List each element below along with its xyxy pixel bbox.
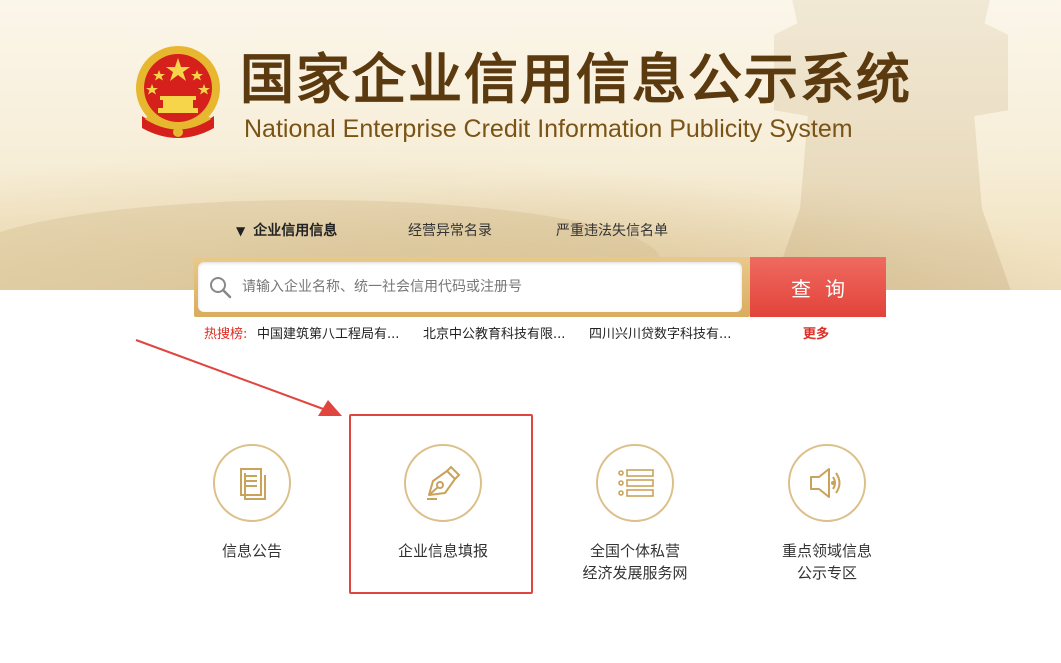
tab-label: 经营异常名录: [408, 223, 492, 239]
service-label: 全国个体私营 经济发展服务网: [550, 540, 720, 584]
tab-label: 严重违法失信名单: [556, 223, 668, 239]
speaker-icon: [810, 468, 841, 498]
service-label: 企业信息填报: [358, 540, 528, 562]
service-label: 重点领域信息 公示专区: [742, 540, 912, 584]
service-label-line: 经济发展服务网: [582, 564, 688, 582]
search-box-frame: [194, 257, 750, 317]
service-label-line: 全国个体私营: [589, 542, 680, 560]
service-icon-circle: [788, 444, 866, 522]
document-icon: [240, 468, 266, 500]
hot-search-item[interactable]: 四川兴川贷数字科技有...: [589, 326, 731, 344]
hot-search-more-link[interactable]: 更多: [803, 326, 829, 344]
service-info-announcement[interactable]: 信息公告: [167, 444, 337, 562]
national-emblem-icon: [132, 44, 224, 144]
service-individual-private-economy[interactable]: 全国个体私营 经济发展服务网: [550, 444, 720, 584]
service-label-line: 信息公告: [221, 542, 282, 560]
search-icon: [208, 275, 232, 299]
tab-enterprise-credit-info[interactable]: ▼ 企业信用信息: [236, 220, 337, 242]
site-title-chinese: 国家企业信用信息公示系统: [240, 48, 912, 111]
service-icon-circle: [404, 444, 482, 522]
service-key-field-disclosure[interactable]: 重点领域信息 公示专区: [742, 444, 912, 584]
pen-nib-icon: [427, 465, 461, 500]
search-input[interactable]: [242, 272, 732, 302]
search-button[interactable]: 查询: [750, 257, 886, 317]
service-icon-circle: [596, 444, 674, 522]
service-label: 信息公告: [167, 540, 337, 562]
list-icon: [618, 469, 654, 497]
service-enterprise-info-reporting[interactable]: 企业信息填报: [358, 444, 528, 562]
site-title-english: National Enterprise Credit Information P…: [244, 115, 853, 143]
hot-search-item[interactable]: 北京中公教育科技有限...: [423, 326, 565, 344]
service-icon-circle: [213, 444, 291, 522]
tab-abnormal-operation-list[interactable]: 经营异常名录: [408, 220, 492, 242]
caret-down-icon: ▼: [236, 224, 246, 238]
search-box: [198, 262, 742, 312]
service-label-line: 企业信息填报: [397, 542, 488, 560]
tab-label: 企业信用信息: [253, 223, 338, 239]
service-label-line: 重点领域信息: [781, 542, 872, 560]
annotation-arrow: [134, 336, 354, 426]
tab-serious-violation-list[interactable]: 严重违法失信名单: [556, 220, 668, 242]
service-label-line: 公示专区: [796, 564, 857, 582]
